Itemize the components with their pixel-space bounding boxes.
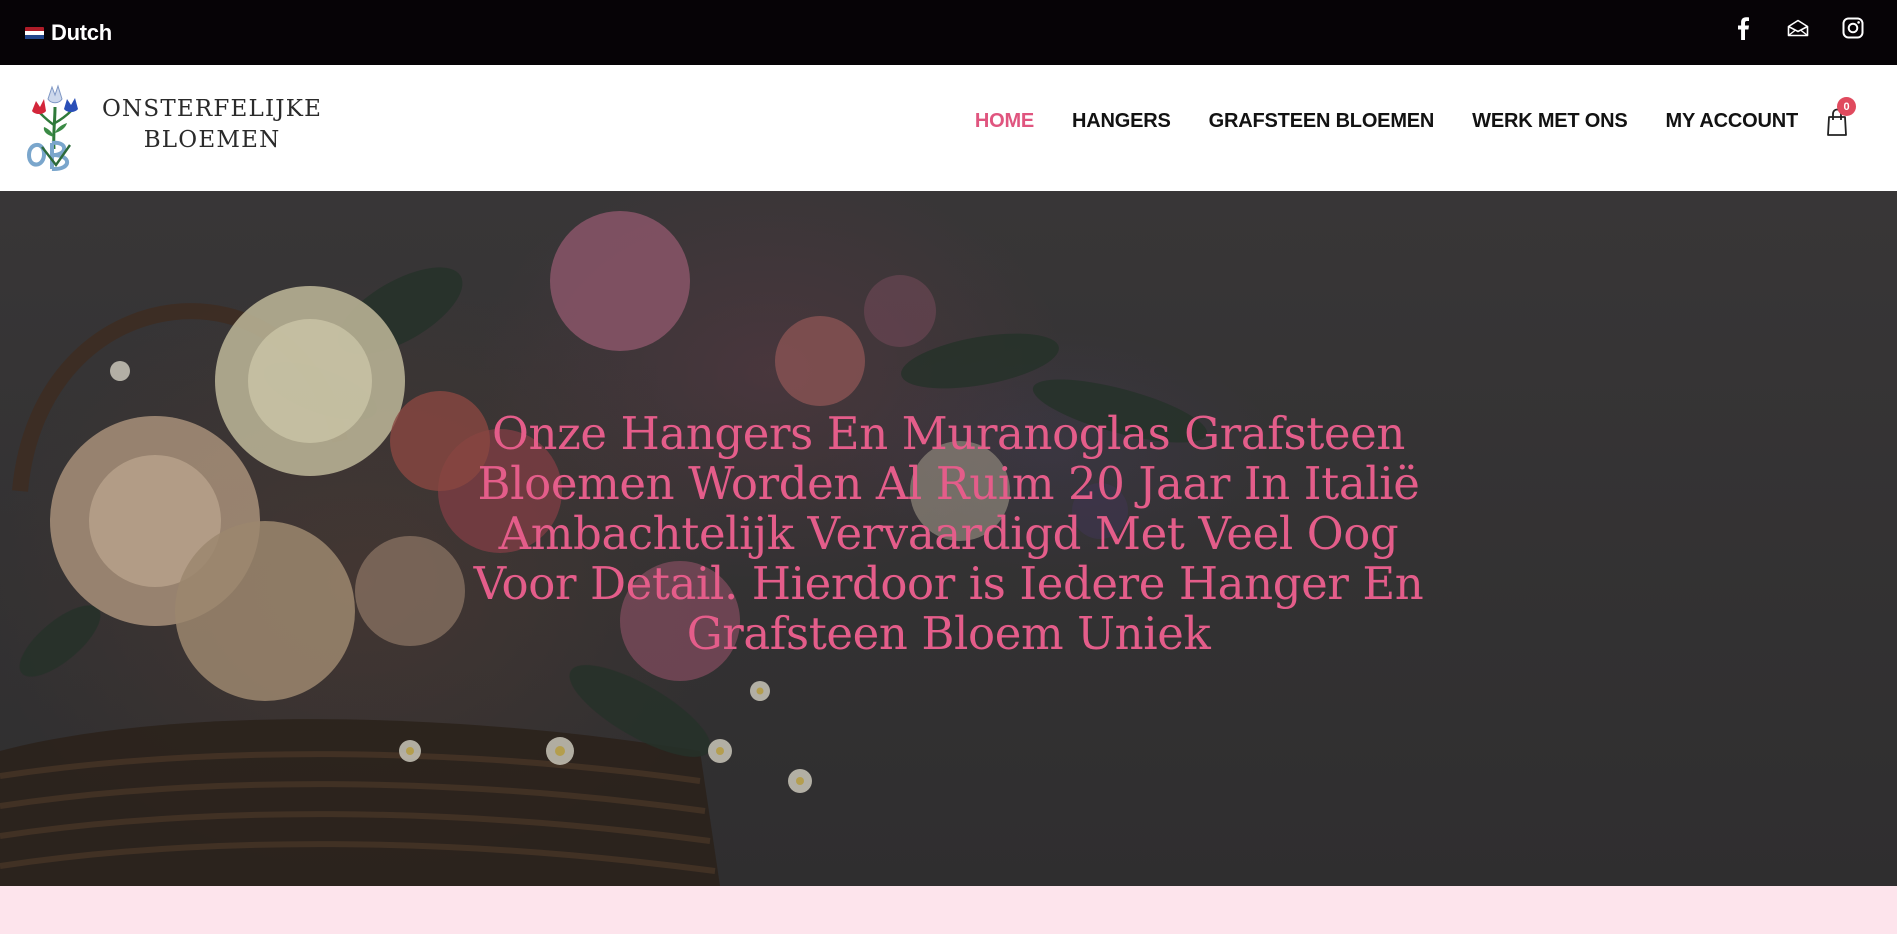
nav-grafsteen-bloemen[interactable]: GRAFSTEEN BLOEMEN (1209, 110, 1435, 133)
top-bar: Dutch (0, 0, 1897, 65)
logo-text: ONSTERFELIJKE BLOEMEN (102, 94, 322, 156)
hero-banner: Onze Hangers En Muranoglas Grafsteen Blo… (0, 191, 1897, 886)
flower-logo-icon (26, 84, 78, 172)
main-nav: HOME HANGERS GRAFSTEEN BLOEMEN WERK MET … (937, 110, 1798, 133)
language-label: Dutch (51, 20, 112, 45)
language-switcher[interactable]: Dutch (25, 20, 112, 46)
hero-title: Onze Hangers En Muranoglas Grafsteen Blo… (473, 407, 1424, 660)
nav-my-account[interactable]: MY ACCOUNT (1666, 110, 1799, 133)
content-section-band (0, 886, 1897, 934)
cart-count-badge: 0 (1837, 97, 1856, 116)
social-links (1702, 14, 1867, 42)
logo-line-1: ONSTERFELIJKE (102, 96, 323, 122)
site-header: ONSTERFELIJKE BLOEMEN HOME HANGERS GRAFS… (0, 65, 1897, 191)
nav-home[interactable]: HOME (975, 110, 1034, 133)
nav-hangers[interactable]: HANGERS (1072, 110, 1171, 133)
instagram-icon[interactable] (1839, 14, 1867, 42)
facebook-icon[interactable] (1729, 14, 1757, 42)
site-logo[interactable]: ONSTERFELIJKE BLOEMEN (22, 77, 322, 173)
mail-icon[interactable] (1784, 14, 1812, 42)
logo-line-2: BLOEMEN (143, 127, 281, 153)
netherlands-flag-icon (25, 26, 44, 40)
nav-werk-met-ons[interactable]: WERK MET ONS (1472, 110, 1628, 133)
